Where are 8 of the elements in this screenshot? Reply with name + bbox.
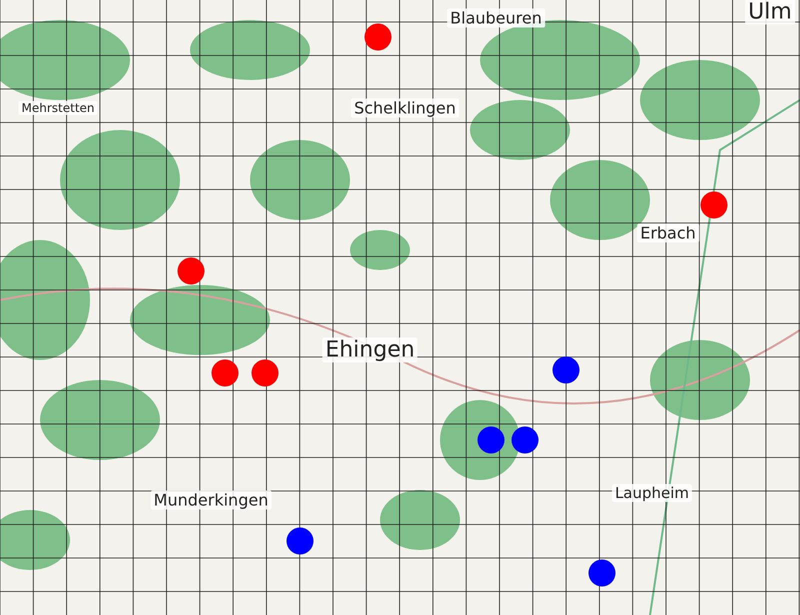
place-label: Blaubeuren <box>447 8 545 28</box>
place-label: Ehingen <box>322 338 418 362</box>
place-label: Laupheim <box>612 484 692 502</box>
place-label: Erbach <box>637 224 699 242</box>
place-label: Schelklingen <box>351 98 459 118</box>
place-label: Ulm <box>745 0 795 24</box>
place-label: Mehrstetten <box>18 101 98 115</box>
place-label: Munderkingen <box>150 490 272 510</box>
